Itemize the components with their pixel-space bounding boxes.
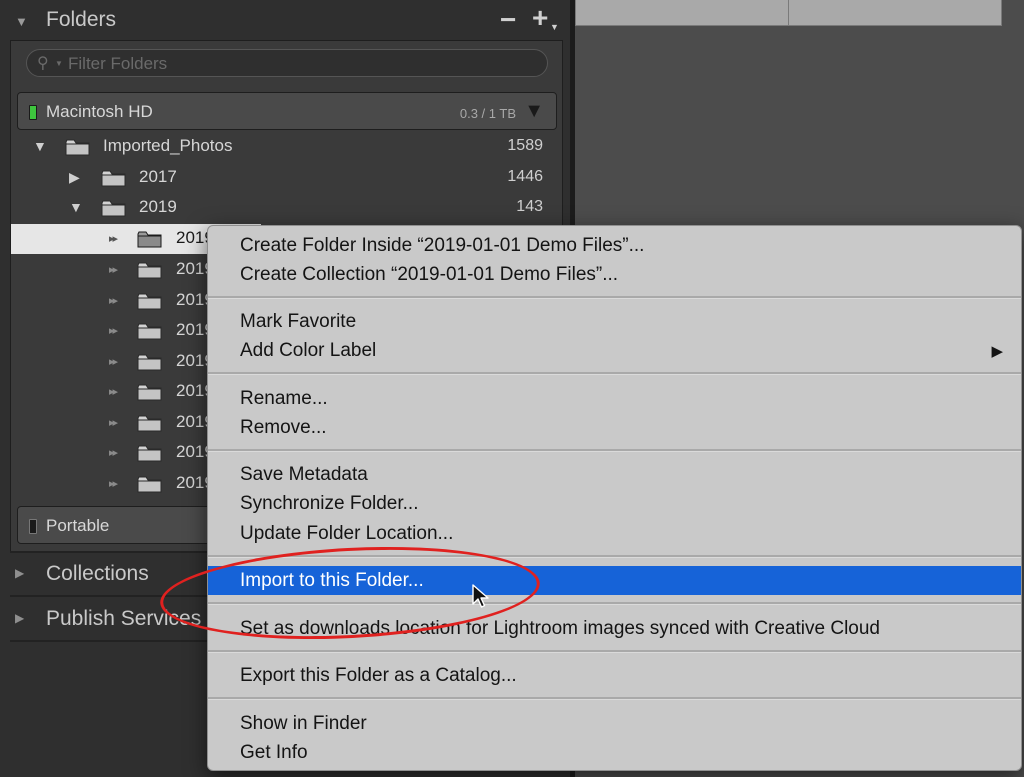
folder-icon (137, 384, 162, 401)
add-folder-button[interactable]: + (532, 2, 548, 34)
menu-item-label: Export this Folder as a Catalog... (240, 665, 517, 686)
search-icon: ⚲ (37, 55, 49, 72)
subfolder-dots-icon: ▸▸ (109, 417, 118, 429)
folder-icon (137, 293, 162, 310)
collapsed-triangle-icon[interactable]: ▶ (69, 169, 80, 186)
menu-item-show-in-finder[interactable]: Show in Finder (208, 709, 1021, 738)
volume-status-icon (29, 105, 37, 120)
folder-label: 2019 (139, 197, 177, 216)
menu-item-mark-favorite[interactable]: Mark Favorite (208, 307, 1021, 336)
menu-item-export-as-catalog[interactable]: Export this Folder as a Catalog... (208, 661, 1021, 690)
subfolder-dots-icon: ▸▸ (109, 233, 118, 245)
menu-item-label: Add Color Label (240, 340, 377, 361)
volume-size: 0.3 / 1 TB (459, 106, 516, 121)
menu-item-label: Create Collection “2019-01-01 Demo Files… (240, 264, 619, 285)
subfolder-dots-icon: ▸▸ (109, 264, 118, 276)
menu-item-label: Remove... (240, 417, 327, 438)
chevron-down-icon: ▼ (55, 59, 63, 68)
menu-item-create-folder-inside[interactable]: Create Folder Inside “2019-01-01 Demo Fi… (208, 231, 1021, 260)
subfolder-dots-icon: ▸▸ (109, 447, 118, 459)
folder-label: 2017 (139, 167, 177, 186)
panel-title: Folders (46, 8, 117, 31)
volume-name: Macintosh HD (46, 102, 153, 121)
folder-icon (137, 415, 162, 432)
mouse-pointer-icon (472, 584, 490, 610)
subfolder-dots-icon: ▸▸ (109, 386, 118, 398)
menu-item-label: Mark Favorite (240, 311, 357, 332)
subfolder-dots-icon: ▸▸ (109, 478, 118, 490)
menu-item-label: Rename... (240, 388, 328, 409)
expand-triangle-icon[interactable]: ▶ (15, 611, 24, 625)
subfolder-dots-icon: ▸▸ (109, 295, 118, 307)
folder-icon (101, 200, 126, 217)
expanded-triangle-icon[interactable]: ▼ (69, 199, 83, 215)
folder-icon (137, 445, 162, 462)
menu-item-add-color-label[interactable]: Add Color Label ▶ (208, 336, 1021, 365)
remove-folder-button[interactable]: − (500, 4, 516, 36)
folder-row-2017[interactable]: ▶ 2017 1446 (11, 163, 549, 193)
folder-icon (137, 231, 162, 248)
volume-menu-icon[interactable]: ▼ (524, 100, 544, 123)
menu-item-label: Synchronize Folder... (240, 493, 419, 514)
filter-folders-field[interactable]: ⚲ ▼ (26, 49, 548, 77)
subfolder-dots-icon: ▸▸ (109, 325, 118, 337)
subfolder-dots-icon: ▸▸ (109, 356, 118, 368)
menu-item-synchronize-folder[interactable]: Synchronize Folder... (208, 489, 1021, 518)
menu-item-remove[interactable]: Remove... (208, 413, 1021, 442)
folder-count: 143 (516, 198, 543, 215)
menu-item-get-info[interactable]: Get Info (208, 738, 1021, 767)
submenu-arrow-icon: ▶ (991, 343, 1003, 360)
expand-triangle-icon[interactable]: ▶ (15, 566, 24, 580)
folders-header[interactable]: ▼ Folders − + ▼ (0, 0, 570, 42)
folder-count: 1589 (507, 137, 543, 154)
menu-separator (208, 697, 1021, 700)
menu-separator (208, 449, 1021, 452)
menu-item-rename[interactable]: Rename... (208, 384, 1021, 413)
folder-count: 1446 (507, 168, 543, 185)
volume-name: Portable (46, 516, 110, 535)
menu-item-label: Save Metadata (240, 464, 368, 485)
expanded-triangle-icon[interactable]: ▼ (33, 138, 47, 154)
folder-row-2019[interactable]: ▼ 2019 143 (11, 193, 549, 223)
panel-collapse-icon[interactable]: ▼ (15, 14, 28, 29)
menu-separator (208, 372, 1021, 375)
menu-item-save-metadata[interactable]: Save Metadata (208, 460, 1021, 489)
menu-item-update-folder-location[interactable]: Update Folder Location... (208, 519, 1021, 548)
menu-item-label: Create Folder Inside “2019-01-01 Demo Fi… (240, 235, 645, 256)
folder-icon (137, 354, 162, 371)
folder-icon (137, 262, 162, 279)
menu-item-label: Get Info (240, 742, 308, 763)
filter-folders-input[interactable] (66, 52, 530, 76)
filmstrip-cell (575, 0, 789, 26)
folder-icon (137, 323, 162, 340)
section-title: Collections (46, 562, 149, 585)
menu-item-create-collection[interactable]: Create Collection “2019-01-01 Demo Files… (208, 260, 1021, 289)
folder-icon (101, 170, 126, 187)
folder-icon (65, 139, 90, 156)
volume-status-icon (29, 519, 37, 534)
menu-separator (208, 296, 1021, 299)
menu-item-label: Show in Finder (240, 713, 367, 734)
menu-separator (208, 650, 1021, 653)
filmstrip-cell (788, 0, 1002, 26)
chevron-down-icon: ▼ (550, 22, 559, 32)
folder-row-imported-photos[interactable]: ▼ Imported_Photos 1589 (11, 132, 549, 162)
context-menu: Create Folder Inside “2019-01-01 Demo Fi… (207, 225, 1022, 771)
volume-macintosh-hd[interactable]: Macintosh HD 0.3 / 1 TB ▼ (17, 92, 557, 130)
folder-label: Imported_Photos (103, 136, 233, 155)
menu-item-label: Update Folder Location... (240, 523, 454, 544)
folder-icon (137, 476, 162, 493)
